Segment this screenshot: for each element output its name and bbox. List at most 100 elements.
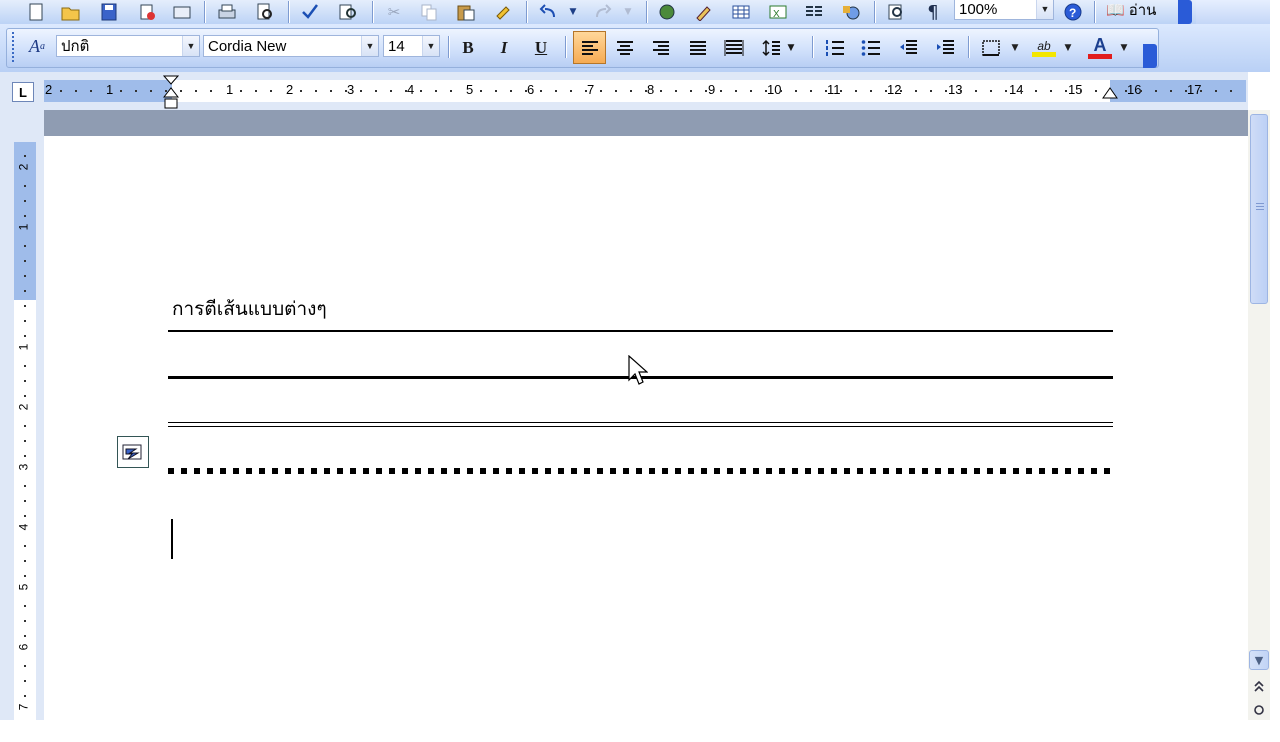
distributed-icon xyxy=(724,40,744,56)
document-page[interactable] xyxy=(44,136,1248,720)
font-color-button[interactable]: A xyxy=(1087,36,1113,60)
italic-button[interactable]: I xyxy=(491,36,517,60)
chevron-down-icon[interactable]: ▼ xyxy=(1060,36,1076,60)
font-combo[interactable]: Cordia New ▼ xyxy=(203,35,379,57)
save-icon[interactable] xyxy=(97,0,121,24)
page-gap xyxy=(44,110,1248,136)
help-icon[interactable]: ? xyxy=(1061,0,1085,24)
numbering-button[interactable] xyxy=(822,36,848,60)
ruler-tick xyxy=(120,90,122,92)
font-size-combo[interactable]: 14 ▼ xyxy=(383,35,440,57)
zoom-combo[interactable]: 100% ▼ xyxy=(954,0,1054,20)
chevron-down-icon[interactable]: ▼ xyxy=(422,36,439,56)
redo-dropdown-icon[interactable]: ▼ xyxy=(620,0,636,24)
tab-selector[interactable]: L xyxy=(12,82,34,102)
thai-distributed-button[interactable] xyxy=(721,36,747,60)
ruler-tick xyxy=(810,90,812,92)
undo-icon[interactable] xyxy=(537,0,561,24)
bullets-button[interactable] xyxy=(858,36,884,60)
paste-icon[interactable] xyxy=(454,0,478,24)
vertical-ruler[interactable]: 2 1 1 2 3 4 5 6 7 xyxy=(0,110,44,742)
ruler-label: 7 xyxy=(587,82,595,97)
vertical-ruler-tick xyxy=(24,545,26,547)
vertical-ruler-tick xyxy=(24,200,26,202)
ruler-tick xyxy=(450,90,452,92)
double-line[interactable] xyxy=(168,422,1113,427)
increase-indent-button[interactable] xyxy=(932,36,958,60)
horizontal-ruler[interactable]: L 2 1 1 2 3 4 5 6 7 8 9 10 11 12 13 14 15 16 17 xyxy=(0,72,1248,110)
thin-line[interactable] xyxy=(168,330,1113,332)
ruler-tick xyxy=(240,90,242,92)
line-spacing-button[interactable]: ▼ xyxy=(758,36,798,60)
vertical-ruler-label: 4 xyxy=(16,523,31,531)
styles-formatting-icon[interactable]: Aa xyxy=(25,34,49,58)
ruler-tick xyxy=(825,90,827,92)
scroll-down-button[interactable]: ▼ xyxy=(1249,650,1269,670)
chevron-down-icon[interactable]: ▼ xyxy=(1116,36,1132,60)
read-button[interactable]: 📖 อ่าน xyxy=(1106,0,1156,21)
document-heading[interactable]: การตีเส้นแบบต่างๆ xyxy=(172,294,327,324)
right-indent-marker[interactable] xyxy=(1102,84,1118,100)
align-left-icon xyxy=(581,40,598,55)
redo-icon[interactable] xyxy=(590,0,614,24)
text-cursor xyxy=(171,519,173,559)
research-icon[interactable] xyxy=(336,0,360,24)
email-icon[interactable] xyxy=(170,0,194,24)
dotted-line[interactable] xyxy=(168,468,1113,474)
ruler-tick xyxy=(1230,90,1232,92)
scroll-thumb[interactable] xyxy=(1250,114,1268,304)
vertical-ruler-tick xyxy=(24,485,26,487)
open-icon[interactable] xyxy=(59,0,83,24)
ruler-tick xyxy=(255,90,257,92)
hyperlink-icon[interactable] xyxy=(656,0,680,24)
permission-icon[interactable] xyxy=(135,0,159,24)
drawing-icon[interactable] xyxy=(839,0,863,24)
columns-icon[interactable] xyxy=(802,0,826,24)
ruler-tick xyxy=(525,90,527,92)
toolbar-options-button[interactable] xyxy=(1178,0,1192,24)
style-combo[interactable]: ปกติ ▼ xyxy=(56,35,200,57)
chevron-down-icon[interactable]: ▼ xyxy=(182,36,199,56)
underline-button[interactable]: U xyxy=(528,36,554,60)
chevron-down-icon[interactable]: ▼ xyxy=(788,43,795,53)
previous-page-button[interactable] xyxy=(1249,676,1269,696)
chevron-down-icon[interactable]: ▼ xyxy=(1007,36,1023,60)
numbered-list-icon xyxy=(826,40,844,56)
undo-dropdown-icon[interactable]: ▼ xyxy=(565,0,581,24)
vertical-scrollbar[interactable] xyxy=(1248,110,1270,720)
align-center-button[interactable] xyxy=(612,36,638,60)
ruler-tick xyxy=(300,90,302,92)
chevron-down-icon[interactable]: ▼ xyxy=(361,36,378,56)
show-hide-icon[interactable]: ¶ xyxy=(921,0,945,24)
align-right-button[interactable] xyxy=(648,36,674,60)
decrease-indent-button[interactable] xyxy=(895,36,921,60)
vertical-ruler-label: 5 xyxy=(16,583,31,591)
decrease-indent-icon xyxy=(900,40,917,54)
new-icon[interactable] xyxy=(24,0,48,24)
insert-table-icon[interactable] xyxy=(729,0,753,24)
first-line-indent-marker[interactable] xyxy=(163,75,179,111)
chevron-down-icon[interactable]: ▼ xyxy=(1036,0,1053,19)
excel-icon[interactable]: X xyxy=(766,0,790,24)
bold-button[interactable]: B xyxy=(455,36,481,60)
cut-icon[interactable]: ✂ xyxy=(382,0,406,24)
document-map-icon[interactable] xyxy=(884,0,908,24)
copy-icon[interactable] xyxy=(418,0,442,24)
tables-borders-icon[interactable] xyxy=(692,0,716,24)
autocorrect-options-button[interactable] xyxy=(117,436,149,468)
toolbar-options-button[interactable] xyxy=(1143,44,1157,68)
select-browse-object-button[interactable] xyxy=(1249,700,1269,720)
print-preview-icon[interactable] xyxy=(253,0,277,24)
justify-button[interactable] xyxy=(685,36,711,60)
vertical-ruler-tick xyxy=(24,155,26,157)
ruler-label: 6 xyxy=(527,82,535,97)
spelling-icon[interactable] xyxy=(298,0,322,24)
toolbar-grip[interactable] xyxy=(12,32,15,62)
ruler-tick xyxy=(375,90,377,92)
align-left-button[interactable] xyxy=(573,31,606,64)
highlight-button[interactable]: ab xyxy=(1031,36,1057,60)
borders-button[interactable] xyxy=(978,36,1004,60)
ruler-tick xyxy=(75,90,77,92)
print-icon[interactable] xyxy=(215,0,239,24)
format-painter-icon[interactable] xyxy=(491,0,515,24)
